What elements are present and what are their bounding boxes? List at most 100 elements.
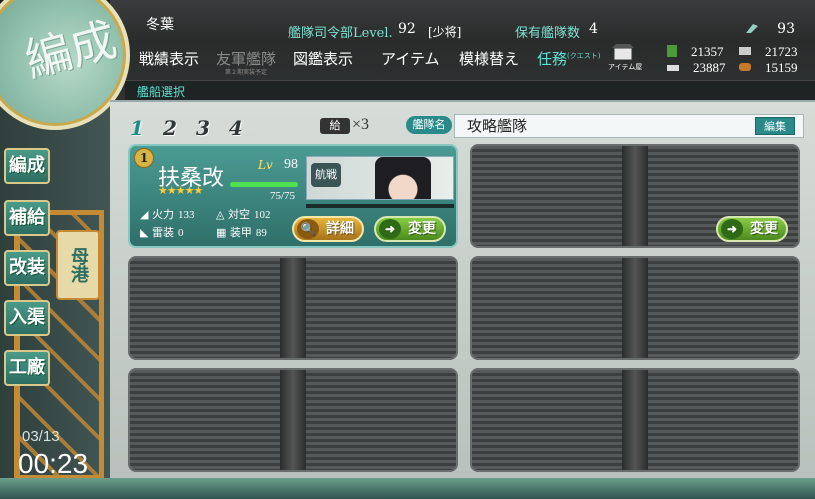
date-display: 03/13	[22, 428, 60, 445]
main-nav: 戦績表示 友軍艦隊 第２期実装予定 図鑑表示 アイテム 模様替え 任務(クエスト…	[125, 40, 815, 80]
fleet-tab-4[interactable]: 4	[229, 116, 255, 140]
item-shop-icon	[612, 44, 634, 61]
ship-slot-5	[128, 368, 458, 472]
slot-2-change-label: 変更	[750, 221, 778, 237]
aa-label: 対空	[227, 208, 250, 221]
armor-icon: ▦	[216, 226, 227, 239]
change-arrow-icon: ➜	[379, 219, 401, 239]
fleet-name-label: 艦隊名	[406, 116, 452, 134]
firepower-icon: ◢	[140, 208, 149, 221]
ship-detail-button[interactable]: 🔍 詳細	[292, 216, 364, 242]
ship-aa: ◬ 対空 102	[216, 206, 270, 222]
admiral-name: 冬葉	[146, 17, 174, 33]
armor-label: 装甲	[229, 226, 252, 239]
ammo-icon	[739, 47, 751, 55]
detail-label: 詳細	[326, 221, 354, 237]
ship-hp-bar	[230, 182, 298, 187]
slot-2-change-button[interactable]: ➜ 変更	[716, 216, 788, 242]
bauxite-icon	[739, 63, 751, 71]
aa-icon: ◬	[216, 208, 225, 221]
fleet-name-value: 攻略艦隊	[467, 117, 528, 135]
fleet-panel: 1 2 3 4 給 ×3 艦隊名 攻略艦隊 編集 1 扶桑改 Lv 98 ★★★…	[110, 100, 815, 490]
bauxite-display: 15159	[739, 60, 798, 76]
steel-value: 23887	[693, 60, 726, 75]
ship-face-image	[375, 157, 431, 199]
armor-value: 89	[255, 227, 267, 239]
shutter-bar	[622, 146, 648, 246]
firepower-value: 133	[177, 209, 195, 221]
ship-torpedo: ◣ 雷装 0	[140, 224, 183, 240]
firepower-label: 火力	[151, 208, 174, 221]
shutter-bar	[622, 370, 648, 470]
hq-level-label: 艦隊司令部Level.	[288, 26, 393, 41]
supply-ship-icon: 給	[320, 118, 350, 134]
ship-change-button[interactable]: ➜ 変更	[374, 216, 446, 242]
shutter-bar	[280, 370, 306, 470]
magnifier-icon: 🔍	[297, 219, 319, 239]
nav-friend-fleet-note: 第２期実装予定	[225, 69, 268, 76]
nav-friend-fleet: 友軍艦隊 第２期実装予定	[216, 48, 276, 76]
fleet-tab-1[interactable]: 1	[130, 116, 156, 140]
fleet-tab-3[interactable]: 3	[196, 116, 222, 140]
dev-materials-value: 93	[777, 21, 795, 37]
torpedo-value: 0	[177, 227, 184, 239]
aa-value: 102	[253, 209, 271, 221]
fleet-tab-2[interactable]: 2	[163, 116, 189, 140]
home-port-button[interactable]: 母港	[56, 230, 100, 300]
dev-materials: 93	[745, 21, 795, 37]
nav-furniture[interactable]: 模様替え	[459, 48, 519, 69]
shutter-bar	[622, 258, 648, 358]
bottom-band	[0, 478, 815, 499]
nav-encyclopedia[interactable]: 図鑑表示	[293, 48, 353, 69]
shutter-bar	[280, 258, 306, 358]
ship-slot-6	[470, 368, 800, 472]
ship-hp: 75/75	[270, 190, 296, 202]
screen-title: 艦船選択	[137, 85, 186, 99]
dev-material-icon	[745, 22, 759, 34]
ship-exp-bar	[306, 204, 454, 208]
bauxite-value: 15159	[765, 60, 798, 75]
ship-hp-fill	[230, 182, 298, 187]
nav-quest-label: 任務	[537, 50, 568, 68]
ship-type-badge: 航戦	[311, 163, 341, 187]
admiral-rank: [少将]	[428, 25, 462, 39]
fleet-name-field: 攻略艦隊 編集	[454, 114, 804, 138]
fleet-count-label: 保有艦隊数	[515, 26, 581, 41]
fuel-value: 21357	[691, 44, 724, 59]
ship-slot-3	[128, 256, 458, 360]
item-shop-button[interactable]: アイテム屋	[608, 44, 643, 71]
fuel-display: 21357	[667, 44, 724, 60]
supply-ship-count: ×3	[352, 116, 370, 133]
clock-display: 00:23	[18, 448, 89, 479]
ship-slot-1[interactable]: 1 扶桑改 Lv 98 ★★★★★ 75/75 ◢ 火力 133 ◬ 対空 102 …	[128, 144, 458, 248]
ammo-value: 21723	[765, 44, 798, 59]
torpedo-icon: ◣	[140, 226, 149, 239]
torpedo-label: 雷装	[151, 226, 174, 239]
hq-info-row: 冬葉 艦隊司令部Level. 92 [少将] 保有艦隊数 4 93	[110, 8, 815, 41]
flagship-badge: 1	[134, 148, 154, 168]
ship-slot-2[interactable]: ➜ 変更	[470, 144, 800, 248]
change-label: 変更	[408, 221, 436, 237]
item-shop-label: アイテム屋	[608, 63, 643, 71]
edit-fleet-name-button[interactable]: 編集	[755, 117, 795, 135]
ship-armor: ▦ 装甲 89	[216, 224, 267, 240]
steel-icon	[667, 65, 679, 71]
ship-level-label: Lv	[258, 158, 273, 172]
nav-quest[interactable]: 任務(クエスト)	[537, 48, 600, 69]
ship-portrait: 航戦	[306, 156, 454, 200]
fuel-icon	[667, 45, 677, 57]
side-remodel-button[interactable]: 改装	[4, 250, 50, 286]
logo-text: 編成	[19, 11, 123, 88]
ammo-display: 21723	[739, 44, 798, 60]
ship-rarity-stars: ★★★★★	[158, 184, 203, 197]
side-dock-button[interactable]: 入渠	[4, 300, 50, 336]
steel-display: 23887	[667, 60, 726, 76]
nav-quest-sup: (クエスト)	[567, 52, 601, 60]
nav-items[interactable]: アイテム	[381, 48, 440, 69]
hq-level-value: 92	[398, 21, 416, 37]
nav-friend-fleet-label: 友軍艦隊	[216, 50, 277, 68]
side-arsenal-button[interactable]: 工廠	[4, 350, 50, 386]
side-supply-button[interactable]: 補給	[4, 200, 50, 236]
side-organize-button[interactable]: 編成	[4, 148, 50, 184]
nav-record[interactable]: 戦績表示	[139, 48, 199, 69]
